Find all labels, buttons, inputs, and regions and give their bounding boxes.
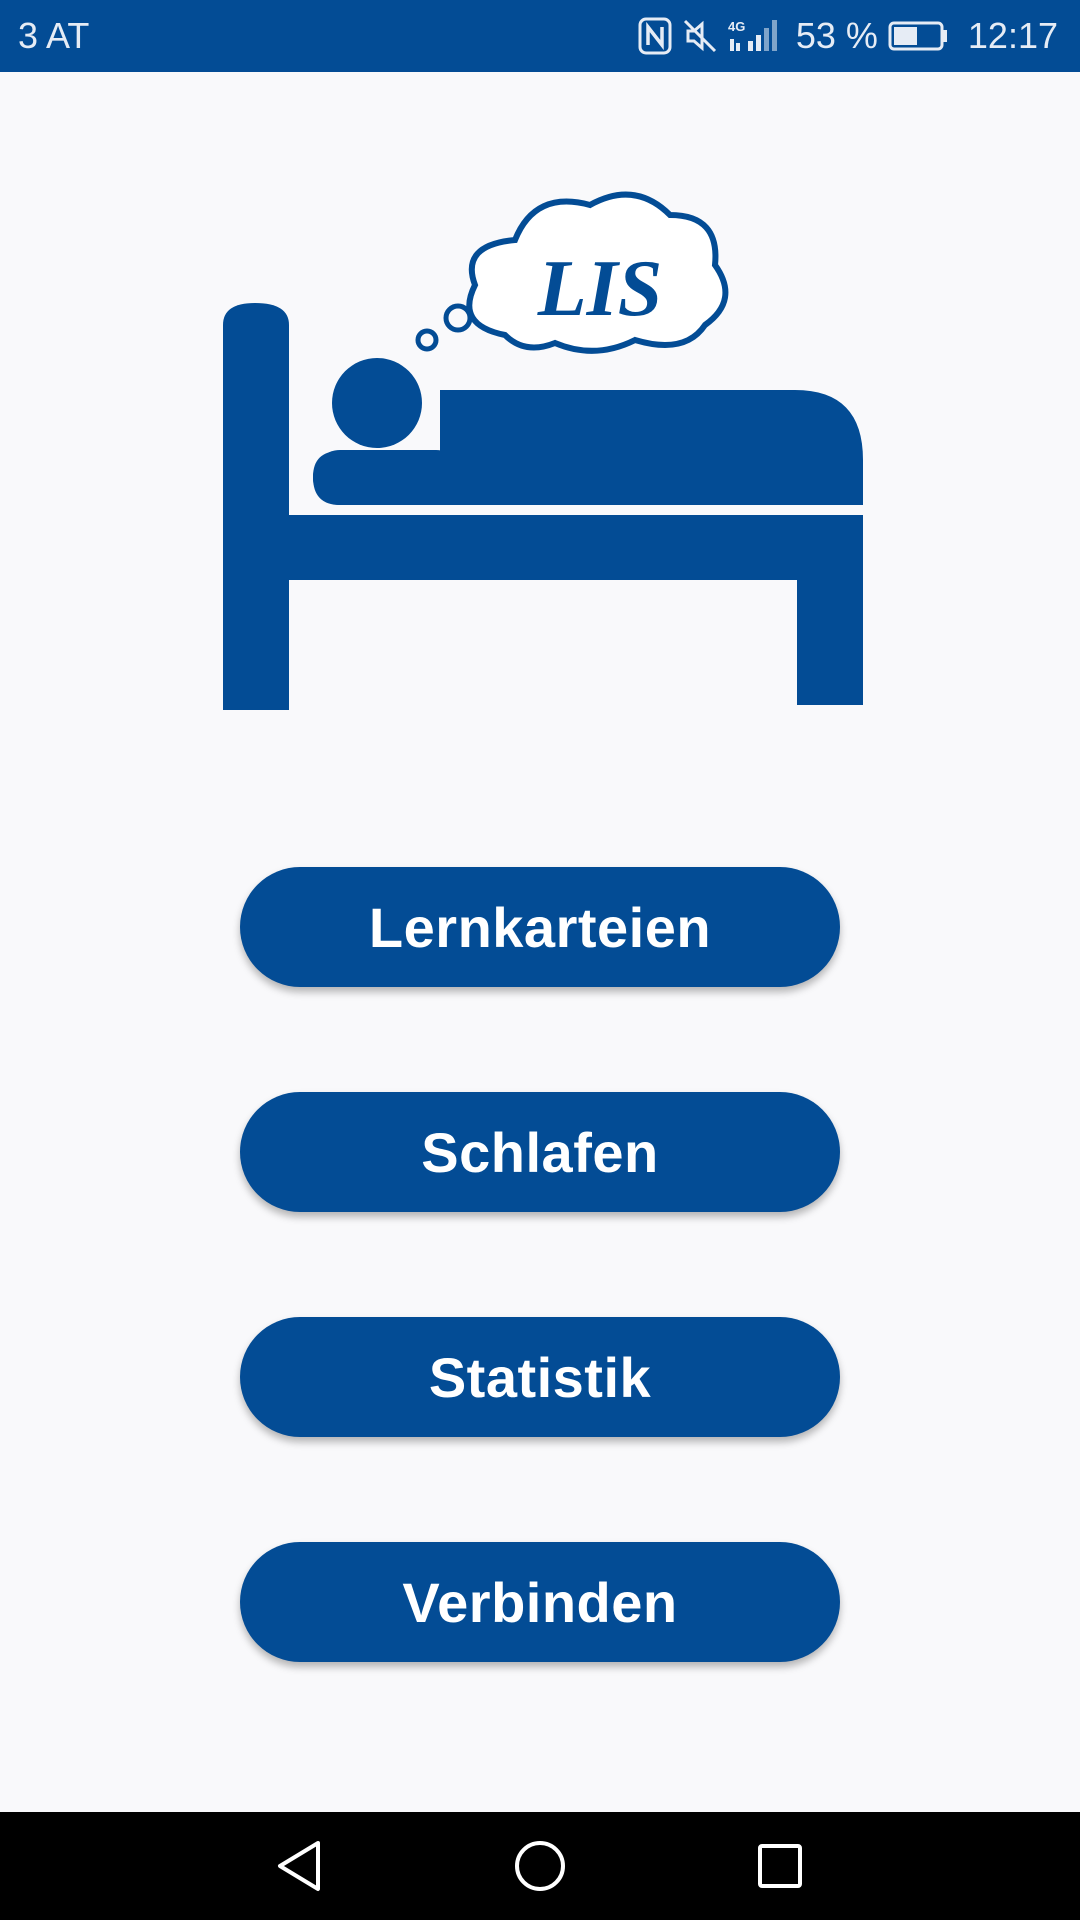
- status-icons: 4G 53 % 12:17: [638, 15, 1058, 57]
- sleeping-person-bed-icon: LIS: [223, 191, 863, 710]
- logo-cloud-text: LIS: [537, 245, 663, 333]
- back-icon: [278, 1841, 320, 1891]
- network-type-label: 4G: [728, 19, 745, 34]
- carrier-label: 3 AT: [18, 15, 90, 56]
- signal-icon: 4G: [728, 17, 782, 55]
- app-screen: 3 AT 4G 53 % 12:17 LIS Lernkarteien Schl…: [0, 0, 1080, 1920]
- home-icon: [515, 1841, 565, 1891]
- statistik-button[interactable]: Statistik: [240, 1317, 840, 1437]
- app-logo: LIS: [215, 175, 875, 715]
- battery-icon: [888, 21, 948, 51]
- clock: 12:17: [967, 15, 1058, 56]
- nfc-icon: [638, 17, 672, 55]
- mute-icon: [682, 18, 718, 54]
- back-button[interactable]: [240, 1812, 360, 1920]
- battery-percent: 53 %: [795, 15, 878, 56]
- schlafen-button[interactable]: Schlafen: [240, 1092, 840, 1212]
- verbinden-button[interactable]: Verbinden: [240, 1542, 840, 1662]
- recent-apps-icon: [758, 1844, 802, 1888]
- recent-apps-button[interactable]: [720, 1812, 840, 1920]
- navigation-bar: [0, 1812, 1080, 1920]
- status-bar: 3 AT 4G 53 % 12:17: [0, 0, 1080, 72]
- home-button[interactable]: [480, 1812, 600, 1920]
- lernkarteien-button[interactable]: Lernkarteien: [240, 867, 840, 987]
